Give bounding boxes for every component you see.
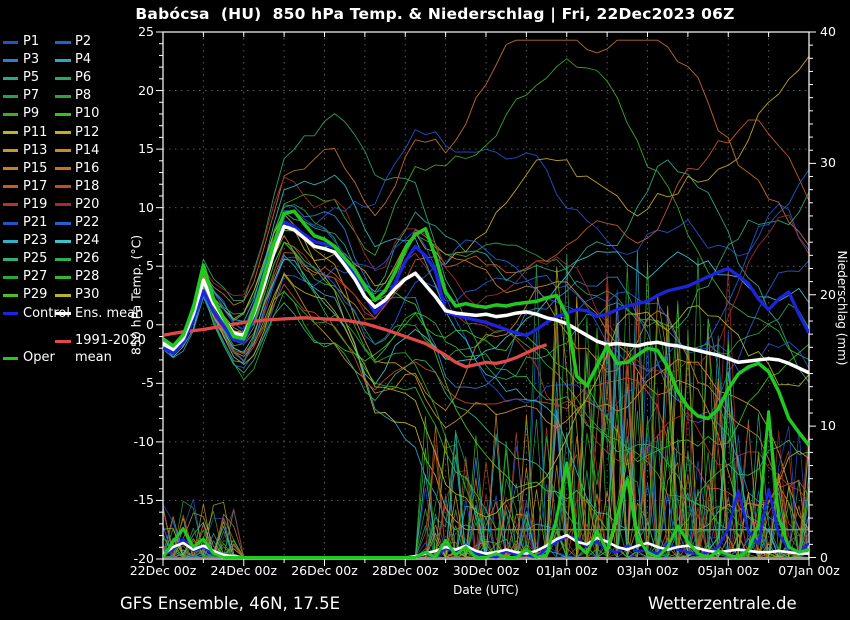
legend-marker bbox=[55, 131, 71, 134]
legend-label: P4 bbox=[75, 51, 91, 69]
legend-marker bbox=[55, 185, 71, 188]
chart-window: Babócsa (HU) 850 hPa Temp. & Niederschla… bbox=[0, 0, 850, 620]
legend-marker bbox=[55, 167, 71, 170]
x-axis-title: Date (UTC) bbox=[453, 583, 519, 597]
x-tick-label: 28Dec 00z bbox=[372, 563, 439, 578]
y-tick-label-left: 5 bbox=[0, 258, 154, 273]
legend-marker bbox=[55, 41, 71, 44]
legend-marker bbox=[3, 312, 18, 315]
legend-marker bbox=[3, 167, 18, 170]
legend-marker bbox=[3, 131, 18, 134]
legend-label: P10 bbox=[75, 105, 99, 123]
legend-label: P15 bbox=[23, 160, 47, 178]
x-tick-label: 22Dec 00z bbox=[130, 563, 197, 578]
y-tick-label-right: 20 bbox=[820, 287, 836, 302]
legend-label: P11 bbox=[23, 124, 47, 142]
y-tick-label-left: 0 bbox=[0, 317, 154, 332]
legend-marker bbox=[55, 59, 71, 62]
legend-marker bbox=[55, 240, 71, 243]
legend-label: P17 bbox=[23, 178, 47, 196]
legend-marker bbox=[3, 240, 18, 243]
y-tick-label-right: 40 bbox=[820, 24, 836, 39]
legend-marker bbox=[3, 41, 18, 44]
y-tick-label-right: 30 bbox=[820, 155, 836, 170]
legend-label: P16 bbox=[75, 160, 99, 178]
legend-marker bbox=[55, 113, 71, 116]
legend-marker bbox=[55, 294, 71, 297]
y-axis-right-title: Niederschlag (mm) bbox=[835, 251, 849, 366]
legend-label: P23 bbox=[23, 232, 47, 250]
x-tick-label: 07Jan 00z bbox=[778, 563, 840, 578]
legend-marker bbox=[3, 357, 18, 360]
legend-marker bbox=[55, 222, 71, 225]
legend-label: mean bbox=[75, 349, 112, 367]
legend-label: Oper bbox=[23, 349, 55, 367]
legend-marker bbox=[3, 113, 18, 116]
legend-label: P29 bbox=[23, 286, 47, 304]
x-tick-label: 30Dec 00z bbox=[453, 563, 520, 578]
legend-label: P3 bbox=[23, 51, 39, 69]
x-tick-label: 24Dec 00z bbox=[210, 563, 277, 578]
y-axis-left-title: 850 hPa Temp. (°C) bbox=[129, 235, 144, 355]
legend-marker bbox=[3, 185, 18, 188]
legend-label: P30 bbox=[75, 286, 99, 304]
legend-label: P22 bbox=[75, 214, 99, 232]
y-tick-label-left: -10 bbox=[0, 434, 154, 449]
legend-marker bbox=[55, 312, 71, 315]
x-tick-label: 01Jan 00z bbox=[536, 563, 598, 578]
legend-marker bbox=[55, 276, 71, 279]
x-tick-label: 03Jan 00z bbox=[617, 563, 679, 578]
x-tick-label: 05Jan 00z bbox=[697, 563, 759, 578]
y-tick-label-left: 15 bbox=[0, 141, 154, 156]
legend-marker bbox=[3, 59, 18, 62]
legend-label: P21 bbox=[23, 214, 47, 232]
x-tick-label: 26Dec 00z bbox=[291, 563, 358, 578]
y-tick-label-left: 20 bbox=[0, 83, 154, 98]
y-tick-label-right: 10 bbox=[820, 418, 836, 433]
y-tick-label-left: -5 bbox=[0, 375, 154, 390]
legend-marker bbox=[3, 276, 18, 279]
legend-marker bbox=[3, 222, 18, 225]
legend-marker bbox=[55, 340, 71, 343]
legend-label: P12 bbox=[75, 124, 99, 142]
footer-site-name: Wetterzentrale.de bbox=[648, 594, 797, 613]
legend-marker bbox=[3, 77, 18, 80]
y-tick-label-left: 25 bbox=[0, 24, 154, 39]
y-tick-label-left: -15 bbox=[0, 492, 154, 507]
legend-label: P9 bbox=[23, 105, 39, 123]
legend-marker bbox=[55, 77, 71, 80]
y-tick-label-left: 10 bbox=[0, 200, 154, 215]
footer-model-info: GFS Ensemble, 46N, 17.5E bbox=[120, 594, 340, 613]
legend-marker bbox=[3, 294, 18, 297]
legend-label: P24 bbox=[75, 232, 99, 250]
legend-label: P18 bbox=[75, 178, 99, 196]
